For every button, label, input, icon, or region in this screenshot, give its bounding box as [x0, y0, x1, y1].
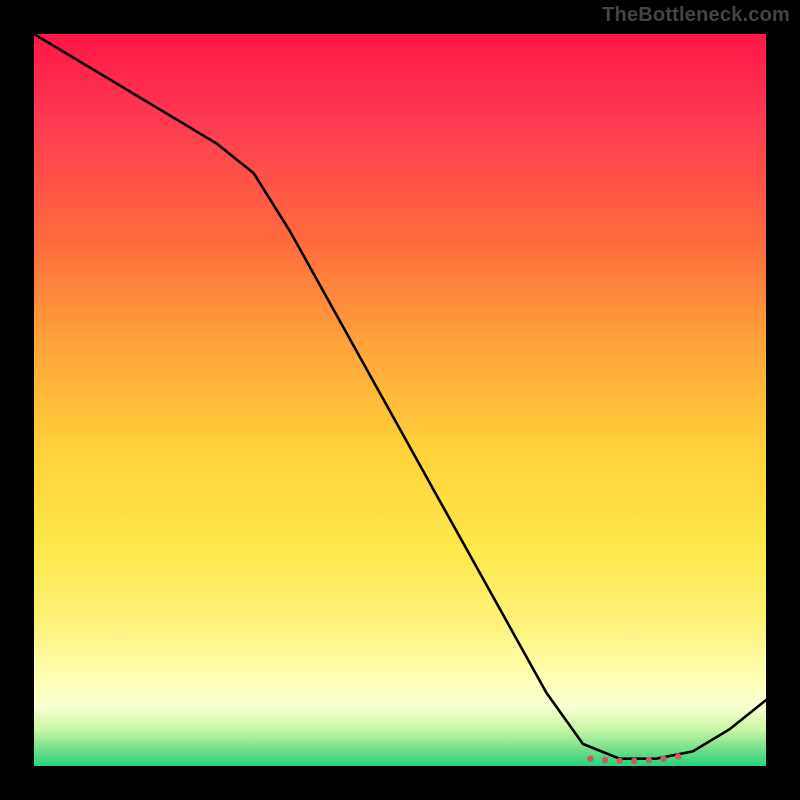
highlight-dot	[646, 757, 652, 763]
watermark-text: TheBottleneck.com	[602, 4, 790, 27]
highlight-dot	[631, 758, 637, 764]
chart-svg	[34, 34, 766, 766]
highlight-dot	[587, 756, 593, 762]
highlight-markers	[587, 753, 681, 764]
highlight-dot	[675, 753, 681, 759]
highlight-dot	[602, 757, 608, 763]
highlight-dot	[660, 756, 666, 762]
chart-frame: TheBottleneck.com	[0, 0, 800, 800]
curve-line	[34, 34, 766, 759]
highlight-dot	[616, 758, 622, 764]
plot-area	[34, 34, 766, 766]
